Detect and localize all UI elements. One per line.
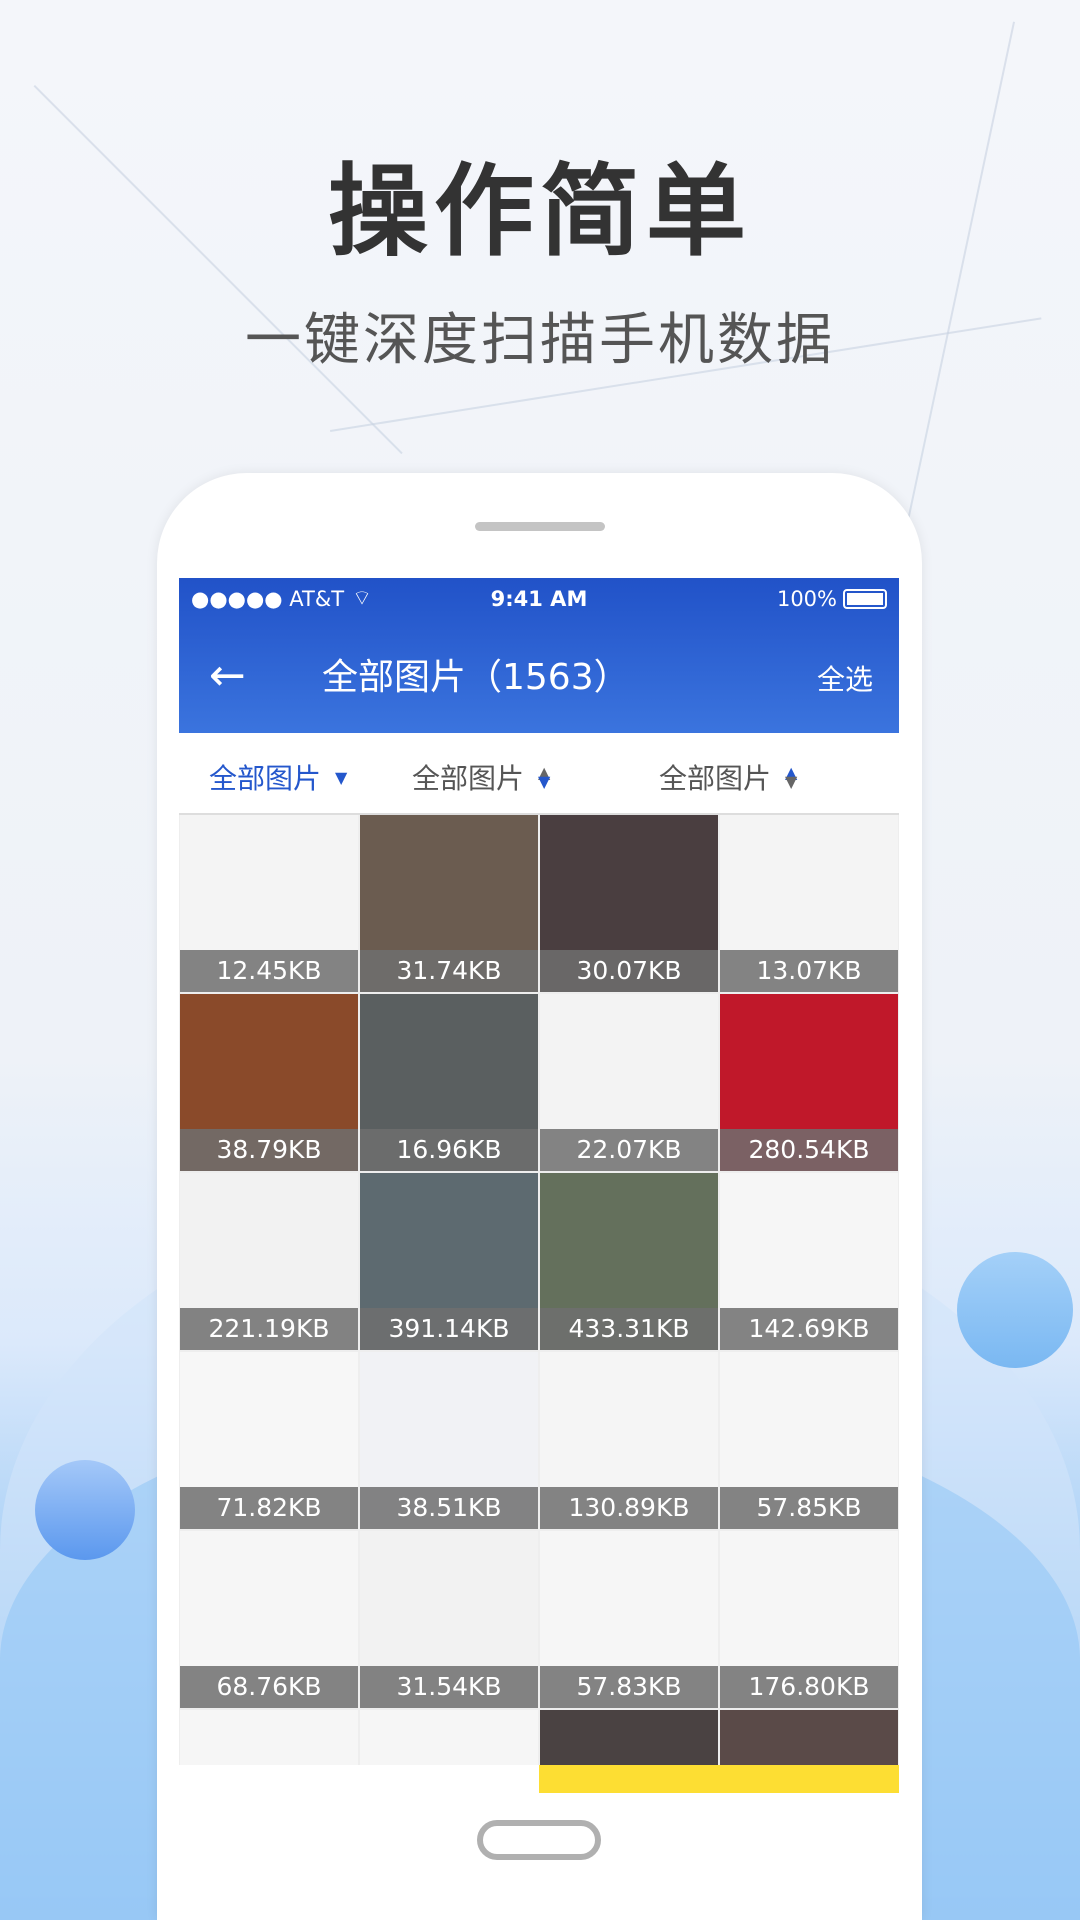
filter-label: 全部图片 xyxy=(659,762,772,795)
home-button[interactable] xyxy=(477,1820,601,1860)
nav-bar: ← 全部图片（1563） 全选 xyxy=(179,620,899,733)
image-tile[interactable]: 38.51KB xyxy=(360,1352,538,1529)
filter-label: 全部图片 xyxy=(412,762,525,795)
image-tile[interactable]: 71.82KB xyxy=(180,1352,358,1529)
file-size-label: 57.85KB xyxy=(720,1487,898,1529)
caret-down-icon: ▼ xyxy=(335,767,348,787)
image-tile[interactable]: 57.85KB xyxy=(720,1352,898,1529)
file-size-label: 280.54KB xyxy=(720,1129,898,1171)
arrow-left-icon[interactable]: ← xyxy=(209,650,246,701)
file-size-label: 31.54KB xyxy=(360,1666,538,1708)
image-tile[interactable]: 12.45KB xyxy=(180,815,358,992)
sort-icon: ▲ ▼ xyxy=(785,763,798,791)
image-tile[interactable]: 221.19KB xyxy=(180,1173,358,1350)
filter-label: 全部图片 xyxy=(209,762,322,795)
image-tile[interactable]: 38.79KB xyxy=(180,994,358,1171)
file-size-label: 433.31KB xyxy=(540,1308,718,1350)
file-size-label: 31.74KB xyxy=(360,950,538,992)
image-tile[interactable]: 130.89KB xyxy=(540,1352,718,1529)
image-tile[interactable]: 280.54KB xyxy=(720,994,898,1171)
app-header: ●●●●● AT&T ⌔ 9:41 AM 100% ← 全部图片（1563） 全… xyxy=(179,578,899,733)
filter-bar: 全部图片 ▼ 全部图片 ▲ ▼ 全部图片 ▲ ▼ xyxy=(179,733,899,815)
image-grid: 12.45KB 31.74KB 30.07KB 13.07KB 38.79KB 16.96… xyxy=(179,815,899,1793)
file-size-label: 391.14KB xyxy=(360,1308,538,1350)
image-tile[interactable]: 57.83KB xyxy=(540,1531,718,1708)
image-tile[interactable]: 176.80KB xyxy=(720,1531,898,1708)
file-size-label: 30.07KB xyxy=(540,950,718,992)
file-size-label: 221.19KB xyxy=(180,1308,358,1350)
file-size-label: 16.96KB xyxy=(360,1129,538,1171)
image-tile[interactable]: 30.07KB xyxy=(540,815,718,992)
image-tile[interactable]: 142.69KB xyxy=(720,1173,898,1350)
image-tile[interactable]: 31.74KB xyxy=(360,815,538,992)
phone-screen: ●●●●● AT&T ⌔ 9:41 AM 100% ← 全部图片（1563） 全… xyxy=(179,578,899,1793)
image-tile[interactable]: 13.07KB xyxy=(720,815,898,992)
select-all-button[interactable]: 全选 xyxy=(817,658,873,698)
clock: 9:41 AM xyxy=(490,587,588,611)
file-size-label: 130.89KB xyxy=(540,1487,718,1529)
file-size-label: 142.69KB xyxy=(720,1308,898,1350)
page-title: 全部图片（1563） xyxy=(322,657,630,698)
sort-icon: ▲ ▼ xyxy=(538,763,551,791)
bg-circle xyxy=(35,1460,135,1560)
file-size-label: 68.76KB xyxy=(180,1666,358,1708)
image-tile[interactable]: 22.07KB xyxy=(540,994,718,1171)
bg-circle xyxy=(957,1252,1073,1368)
bottom-fade xyxy=(179,1765,539,1793)
filter-type[interactable]: 全部图片 ▼ xyxy=(209,757,347,797)
phone-speaker xyxy=(475,522,605,531)
image-tile[interactable]: 16.96KB xyxy=(360,994,538,1171)
file-size-label: 57.83KB xyxy=(540,1666,718,1708)
file-size-label: 71.82KB xyxy=(180,1487,358,1529)
file-size-label: 38.79KB xyxy=(180,1129,358,1171)
image-tile[interactable]: 31.54KB xyxy=(360,1531,538,1708)
image-tile[interactable]: 391.14KB xyxy=(360,1173,538,1350)
file-size-label: 176.80KB xyxy=(720,1666,898,1708)
promo-subtitle: 一键深度扫描手机数据 xyxy=(245,308,835,373)
file-size-label: 13.07KB xyxy=(720,950,898,992)
status-bar: ●●●●● AT&T ⌔ 9:41 AM 100% xyxy=(179,578,899,620)
image-tile[interactable]: 68.76KB xyxy=(180,1531,358,1708)
file-size-label: 12.45KB xyxy=(180,950,358,992)
highlight-bar xyxy=(539,1765,899,1793)
promo-headline: 操作简单 xyxy=(328,153,752,270)
filter-sort-1[interactable]: 全部图片 ▲ ▼ xyxy=(412,757,550,797)
file-size-label: 38.51KB xyxy=(360,1487,538,1529)
image-tile[interactable]: 433.31KB xyxy=(540,1173,718,1350)
file-size-label: 22.07KB xyxy=(540,1129,718,1171)
filter-sort-2[interactable]: 全部图片 ▲ ▼ xyxy=(659,757,797,797)
